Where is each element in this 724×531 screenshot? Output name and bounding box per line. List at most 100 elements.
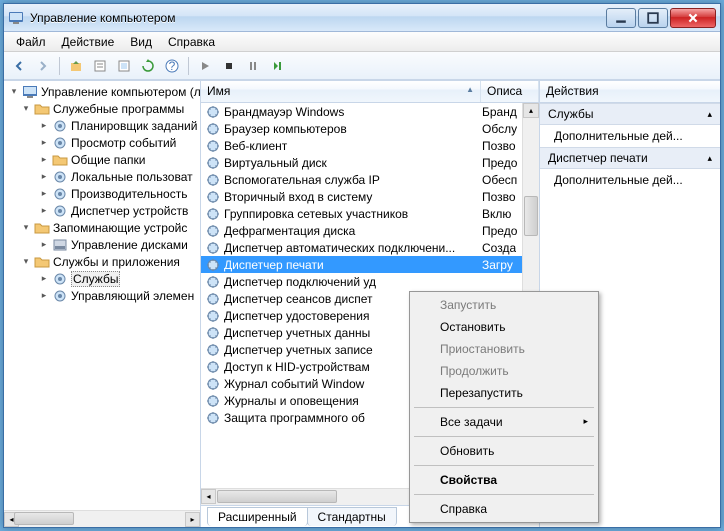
action-link[interactable]: Дополнительные дей... — [540, 169, 720, 191]
tree-label: Общие папки — [71, 153, 145, 167]
service-name: Дефрагментация диска — [224, 224, 482, 238]
context-item[interactable]: Перезапустить — [412, 382, 596, 404]
play-button[interactable] — [194, 55, 216, 77]
tree-group[interactable]: ▾Служебные программы — [4, 100, 200, 117]
titlebar[interactable]: Управление компьютером — [4, 4, 720, 32]
actions-header: Действия — [540, 81, 720, 103]
menu-view[interactable]: Вид — [122, 33, 160, 51]
tree-item[interactable]: ▸Диспетчер устройств — [4, 202, 200, 219]
restart-button[interactable] — [266, 55, 288, 77]
close-button[interactable] — [670, 8, 716, 28]
context-label: Обновить — [440, 444, 494, 458]
expand-icon[interactable]: ▸ — [38, 120, 50, 132]
service-row[interactable]: Веб-клиентПозво — [201, 137, 539, 154]
menu-separator — [414, 407, 594, 408]
toolbar-separator — [59, 57, 60, 75]
tree-label: Службы и приложения — [53, 255, 180, 269]
service-row[interactable]: Браузер компьютеровОбслу — [201, 120, 539, 137]
service-row[interactable]: Вторичный вход в системуПозво — [201, 188, 539, 205]
help-button[interactable]: ? — [161, 55, 183, 77]
action-link[interactable]: Дополнительные дей... — [540, 125, 720, 147]
expand-icon[interactable]: ▸ — [38, 171, 50, 183]
tree-label: Службы — [71, 271, 120, 287]
context-menu[interactable]: ЗапуститьОстановитьПриостановитьПродолжи… — [409, 291, 599, 523]
collapse-icon[interactable]: ▾ — [20, 103, 32, 115]
scroll-up-icon[interactable]: ▴ — [523, 103, 539, 118]
scroll-right-icon[interactable]: ▸ — [185, 512, 200, 527]
back-button[interactable] — [8, 55, 30, 77]
context-item[interactable]: Справка — [412, 498, 596, 520]
service-row[interactable]: Брандмауэр WindowsБранд — [201, 103, 539, 120]
toolbar-separator — [188, 57, 189, 75]
service-desc: Позво — [482, 190, 516, 204]
minimize-button[interactable] — [606, 8, 636, 28]
expand-icon[interactable]: ▸ — [38, 273, 50, 285]
menu-separator — [414, 465, 594, 466]
tab-standard[interactable]: Стандартны — [307, 507, 397, 526]
scroll-thumb[interactable] — [14, 512, 74, 525]
properties-button[interactable] — [89, 55, 111, 77]
forward-button[interactable] — [32, 55, 54, 77]
menu-separator — [414, 494, 594, 495]
menu-help[interactable]: Справка — [160, 33, 223, 51]
context-item[interactable]: Обновить — [412, 440, 596, 462]
column-desc[interactable]: Описа — [481, 81, 539, 102]
pause-button[interactable] — [242, 55, 264, 77]
service-row[interactable]: Диспетчер автоматических подключени...Со… — [201, 239, 539, 256]
collapse-icon[interactable]: ▾ — [20, 256, 32, 268]
maximize-button[interactable] — [638, 8, 668, 28]
context-item[interactable]: Остановить — [412, 316, 596, 338]
tree-item[interactable]: ▸Локальные пользоват — [4, 168, 200, 185]
tree-panel: ▾Управление компьютером (л▾Служебные про… — [4, 81, 201, 527]
refresh-button[interactable] — [137, 55, 159, 77]
service-name: Вспомогательная служба IP — [224, 173, 482, 187]
collapse-icon[interactable]: ▾ — [20, 222, 32, 234]
column-name[interactable]: Имя — [201, 81, 481, 102]
service-name: Диспетчер печати — [224, 258, 482, 272]
toolbar: ? — [4, 52, 720, 80]
collapse-icon[interactable]: ▾ — [8, 86, 20, 98]
tree-item[interactable]: ▸ Службы — [4, 270, 200, 287]
tree-group[interactable]: ▾ Службы и приложения — [4, 253, 200, 270]
scroll-left-icon[interactable]: ◂ — [201, 489, 216, 504]
expand-icon[interactable]: ▸ — [38, 154, 50, 166]
tree-group[interactable]: ▾Запоминающие устройс — [4, 219, 200, 236]
context-label: Справка — [440, 502, 487, 516]
service-row[interactable]: Виртуальный дискПредо — [201, 154, 539, 171]
tree-body[interactable]: ▾Управление компьютером (л▾Служебные про… — [4, 81, 200, 510]
tree-root[interactable]: ▾Управление компьютером (л — [4, 83, 200, 100]
tree-item[interactable]: ▸Планировщик заданий — [4, 117, 200, 134]
expand-icon[interactable]: ▸ — [38, 188, 50, 200]
export-button[interactable] — [113, 55, 135, 77]
tree-item[interactable]: ▸Производительность — [4, 185, 200, 202]
tree-item[interactable]: ▸Просмотр событий — [4, 134, 200, 151]
up-button[interactable] — [65, 55, 87, 77]
tree-item[interactable]: ▸Управление дисками — [4, 236, 200, 253]
context-item[interactable]: Все задачи▸ — [412, 411, 596, 433]
expand-icon[interactable]: ▸ — [38, 239, 50, 251]
service-row[interactable]: Группировка сетевых участниковВклю — [201, 205, 539, 222]
tab-extended[interactable]: Расширенный — [207, 507, 308, 526]
service-row[interactable]: Диспетчер печатиЗагру — [201, 256, 539, 273]
service-row[interactable]: Диспетчер подключений уд — [201, 273, 539, 290]
service-row[interactable]: Вспомогательная служба IPОбесп — [201, 171, 539, 188]
service-row[interactable]: Дефрагментация дискаПредо — [201, 222, 539, 239]
menu-action[interactable]: Действие — [54, 33, 123, 51]
service-name: Группировка сетевых участников — [224, 207, 482, 221]
context-label: Свойства — [440, 473, 497, 487]
scroll-thumb[interactable] — [217, 490, 337, 503]
expand-icon[interactable]: ▸ — [38, 205, 50, 217]
service-name: Веб-клиент — [224, 139, 482, 153]
expand-icon[interactable]: ▸ — [38, 137, 50, 149]
tree-hscrollbar[interactable]: ◂ ▸ — [4, 510, 200, 527]
actions-section[interactable]: Службы▴ — [540, 103, 720, 125]
tree-item[interactable]: ▸ Общие папки — [4, 151, 200, 168]
context-label: Запустить — [440, 298, 496, 312]
actions-section[interactable]: Диспетчер печати▴ — [540, 147, 720, 169]
expand-icon[interactable]: ▸ — [38, 290, 50, 302]
context-item[interactable]: Свойства — [412, 469, 596, 491]
tree-item[interactable]: ▸Управляющий элемен — [4, 287, 200, 304]
stop-button[interactable] — [218, 55, 240, 77]
scroll-thumb[interactable] — [524, 196, 538, 236]
menu-file[interactable]: Файл — [8, 33, 54, 51]
